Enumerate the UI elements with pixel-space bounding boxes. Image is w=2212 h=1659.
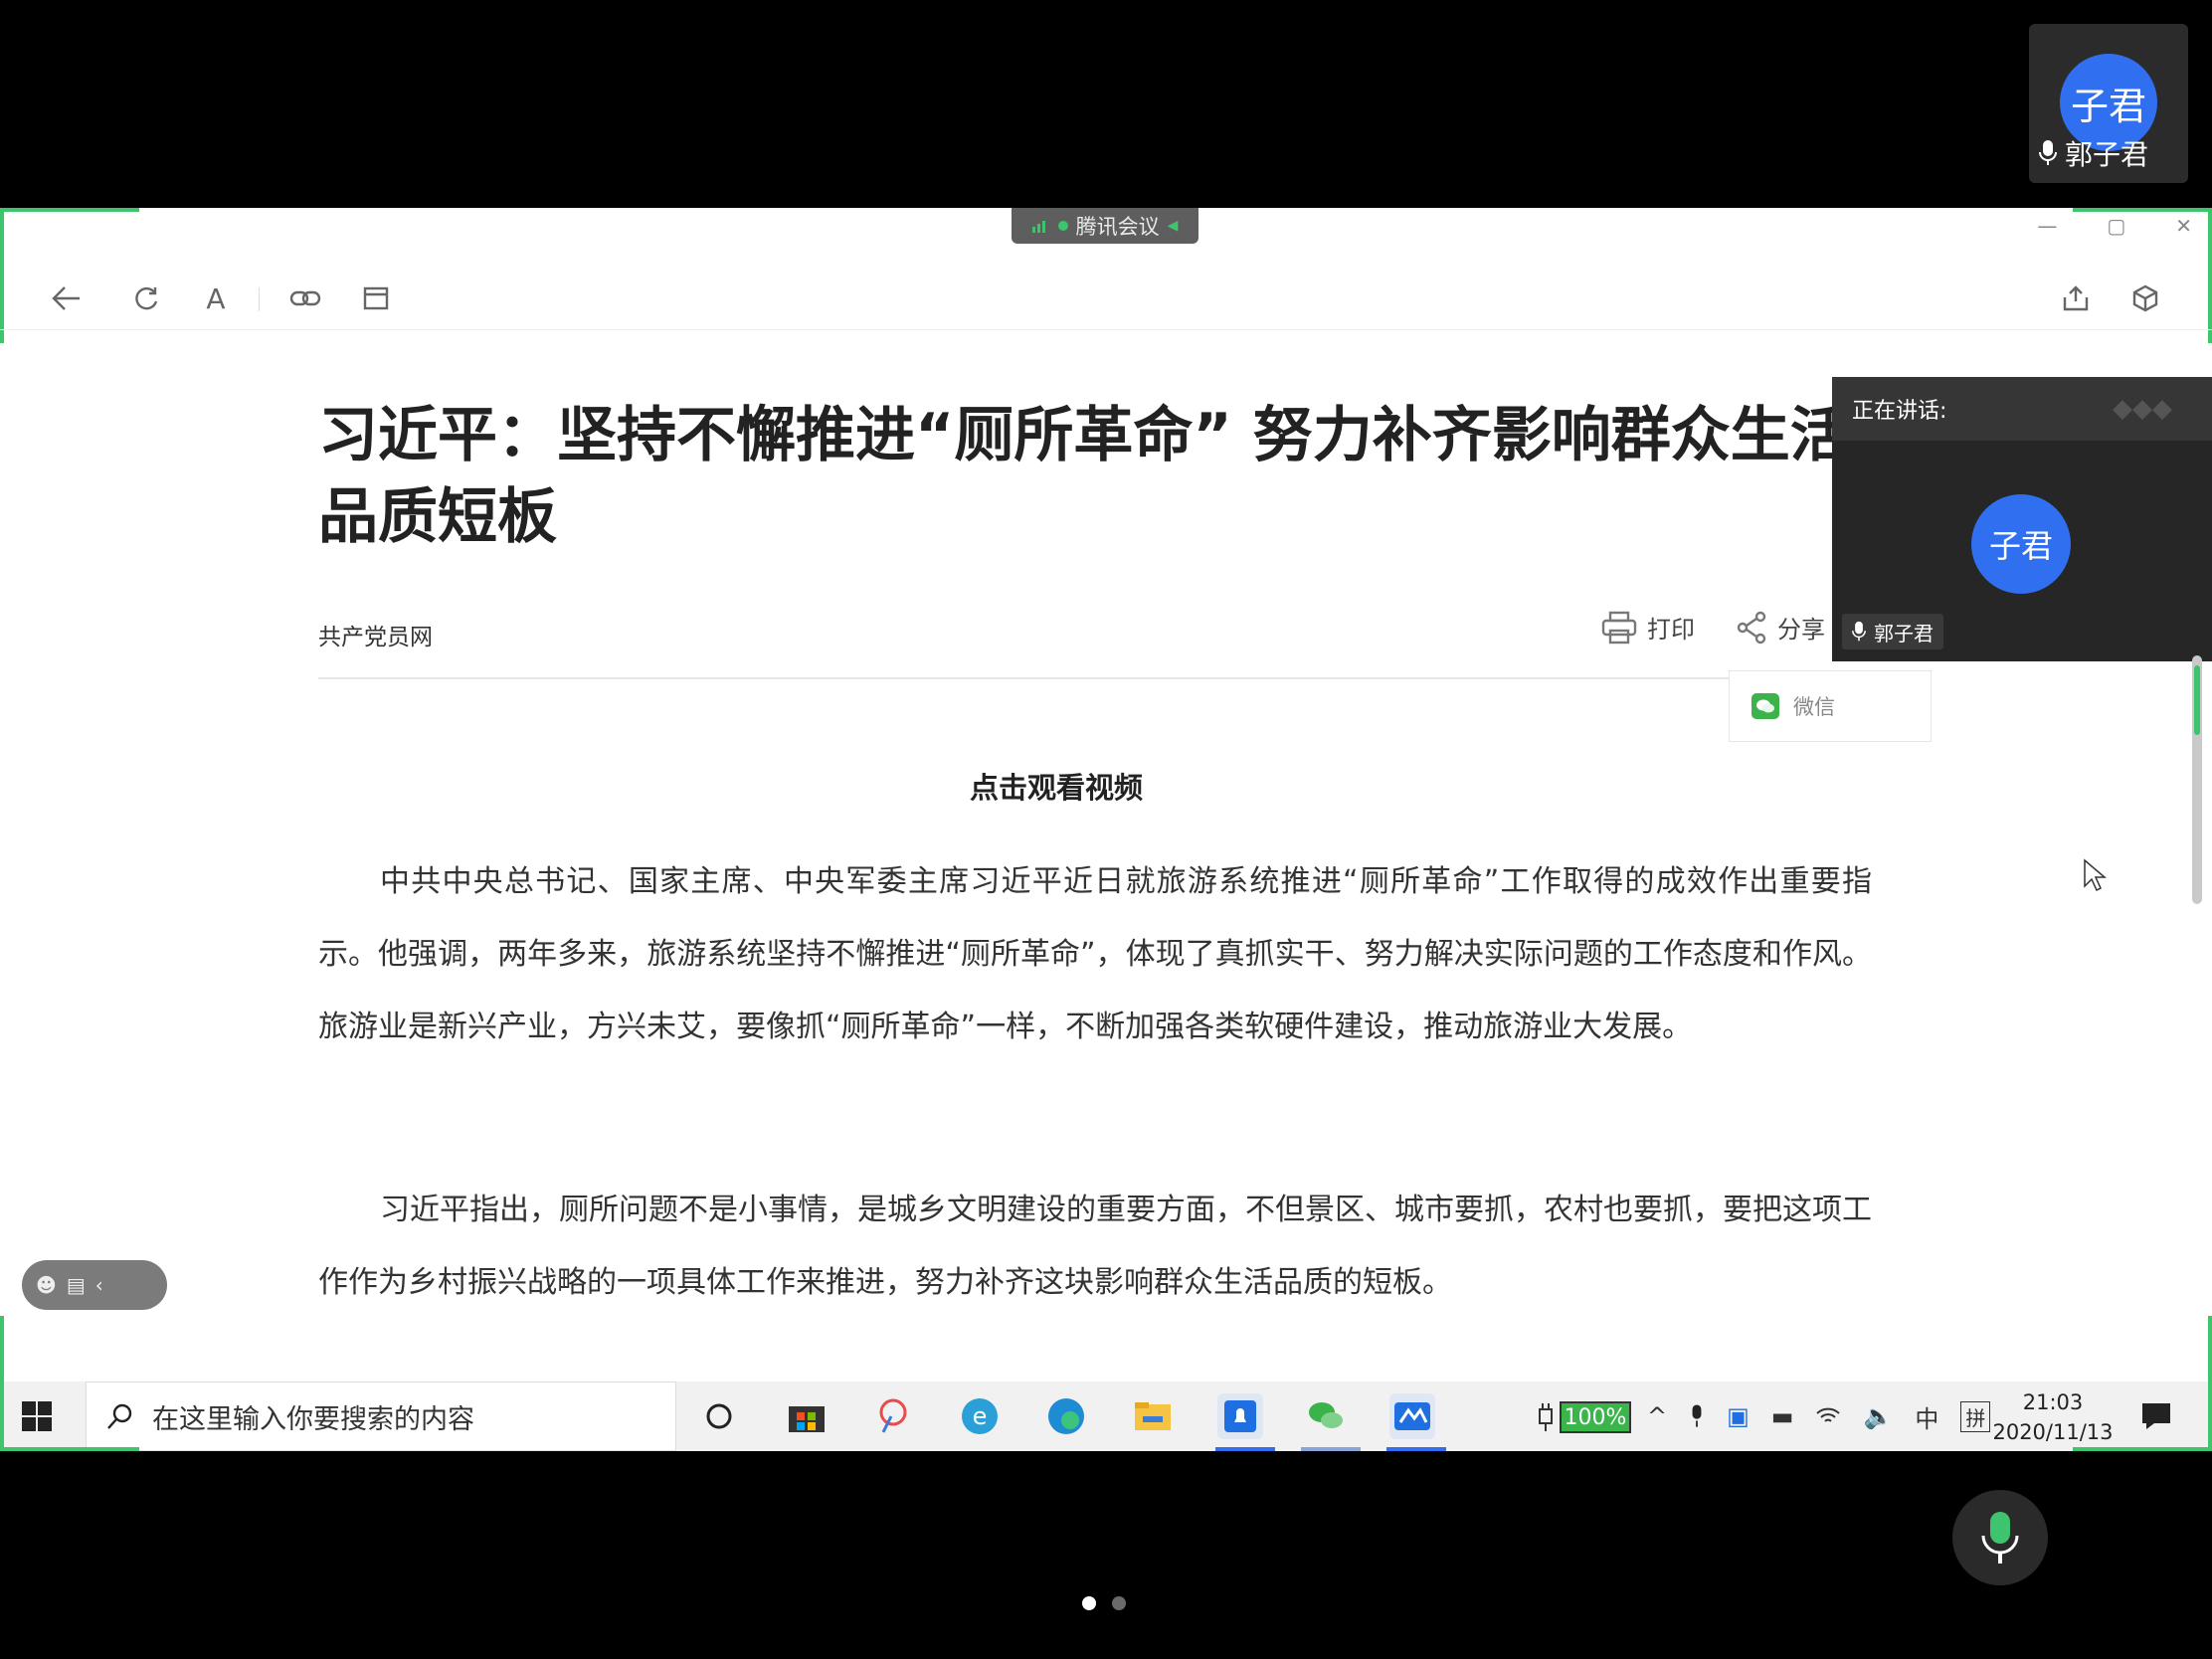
share-border-corner xyxy=(0,208,139,212)
speaker-avatar: 子君 xyxy=(1971,494,2071,594)
action-center-icon[interactable] xyxy=(2140,1401,2172,1431)
share-icon xyxy=(1737,611,1766,644)
power-plug-icon xyxy=(1539,1403,1553,1431)
battery-indicator[interactable]: 100% xyxy=(1560,1401,1631,1433)
wifi-icon[interactable] xyxy=(1815,1405,1841,1427)
page-dot[interactable] xyxy=(1112,1596,1126,1610)
floating-tools[interactable]: ☻ ▤ ‹ xyxy=(22,1260,167,1310)
refresh-icon[interactable] xyxy=(129,281,163,315)
ime-mode-indicator[interactable]: 拼 xyxy=(1960,1400,1991,1432)
clock-time: 21:03 xyxy=(2022,1390,2084,1414)
tencent-meeting-icon[interactable] xyxy=(1389,1393,1435,1439)
speaking-panel[interactable]: 正在讲话: ◆◆◆ 子君 郭子君 xyxy=(1832,377,2212,661)
scroll-position-marker xyxy=(2194,665,2200,735)
mic-icon[interactable] xyxy=(1689,1402,1705,1430)
speaker-name-tag: 郭子君 xyxy=(1842,614,1943,649)
paint-icon[interactable] xyxy=(870,1393,916,1439)
browser-window-icon[interactable] xyxy=(359,281,393,315)
header-divider xyxy=(318,677,1874,679)
article-title: 习近平：坚持不懈推进“厕所革命” 努力补齐影响群众生活品质短板 xyxy=(318,401,1850,552)
keyboard-icon[interactable]: ▬ xyxy=(1771,1402,1794,1430)
speaker-icon: ◀ xyxy=(1167,218,1179,234)
share-out-icon[interactable] xyxy=(2059,281,2093,315)
signal-icon xyxy=(1031,221,1045,233)
cube-icon[interactable] xyxy=(2128,281,2162,315)
browser-toolbar: A xyxy=(0,268,2212,330)
ime-language-indicator[interactable]: 中 xyxy=(1915,1399,1938,1434)
share-border-corner xyxy=(2208,1316,2212,1451)
share-label: 分享 xyxy=(1777,616,1825,644)
system-tray: ^ ▣ ▬ 🔈 中 拼 xyxy=(1647,1382,1991,1451)
share-border-corner xyxy=(2073,208,2212,212)
share-popup-wechat[interactable]: 微信 xyxy=(1729,670,1932,742)
cortana-icon[interactable] xyxy=(696,1393,742,1439)
self-name: 郭子君 xyxy=(2065,138,2149,171)
video-link[interactable]: 点击观看视频 xyxy=(0,765,2212,807)
recording-dot-icon xyxy=(1057,221,1068,231)
back-arrow-icon[interactable] xyxy=(50,281,84,315)
window-controls: — ▢ ✕ xyxy=(2037,214,2192,238)
minimize-button[interactable]: — xyxy=(2037,214,2057,238)
article-source[interactable]: 共产党员网 xyxy=(318,618,433,651)
edge-icon[interactable] xyxy=(1043,1393,1089,1439)
svg-text:e: e xyxy=(973,1402,988,1430)
article-paragraph: 习近平指出，厕所问题不是小事情，是城乡文明建设的重要方面，不但景区、城市要抓，农… xyxy=(318,1193,1872,1300)
mic-toggle-button[interactable] xyxy=(1952,1490,2048,1585)
mouse-cursor-icon xyxy=(2084,858,2107,892)
wechat-icon xyxy=(1751,693,1779,719)
active-app-indicator xyxy=(1386,1447,1446,1451)
self-name-tag: 郭子君 xyxy=(2029,132,2158,174)
share-border-corner xyxy=(2073,1447,2212,1451)
windows-taskbar: 在这里输入你要搜索的内容 e 100% ^ ▣ ▬ 🔈 中 拼 21:03 20… xyxy=(0,1382,2212,1451)
volume-icon[interactable]: 🔈 xyxy=(1863,1402,1893,1430)
meeting-app-label: 腾讯会议 xyxy=(1075,215,1160,239)
article-paragraph: 中共中央总书记、国家主席、中央军委主席习近平近日就旅游系统推进“厕所革命”工作取… xyxy=(318,864,1872,1044)
close-button[interactable]: ✕ xyxy=(2175,214,2192,238)
printer-icon xyxy=(1601,611,1637,644)
tray-expand-chevron-icon[interactable]: ^ xyxy=(1647,1402,1667,1430)
wechat-label: 微信 xyxy=(1793,695,1835,719)
taskbar-search-box[interactable]: 在这里输入你要搜索的内容 xyxy=(86,1382,676,1451)
print-label: 打印 xyxy=(1647,616,1695,644)
speaker-wave-icon: ◆◆◆ xyxy=(2113,394,2172,424)
speaker-name: 郭子君 xyxy=(1874,621,1934,645)
windows-start-icon[interactable] xyxy=(22,1401,52,1431)
ie-icon[interactable]: e xyxy=(957,1393,1003,1439)
font-icon[interactable]: A xyxy=(199,281,233,315)
file-explorer-icon[interactable] xyxy=(1130,1393,1176,1439)
print-button[interactable]: 打印 xyxy=(1601,610,1695,645)
share-button[interactable]: 分享 xyxy=(1736,610,1825,645)
store-icon[interactable] xyxy=(784,1393,830,1439)
toolbar-divider xyxy=(259,287,260,311)
notification-app-icon[interactable] xyxy=(1217,1393,1263,1439)
shared-screen: 腾讯会议 ◀ — ▢ ✕ A 习近平：坚持不懈推进“厕所革命” 努力补齐影响群众… xyxy=(0,208,2212,1451)
page-indicator xyxy=(1082,1596,1126,1610)
search-icon xyxy=(107,1403,132,1429)
collapse-chevron-icon[interactable]: ‹ xyxy=(95,1273,103,1297)
wechat-icon[interactable] xyxy=(1303,1393,1349,1439)
mic-icon xyxy=(1852,621,1866,642)
active-app-indicator xyxy=(1215,1447,1275,1451)
restore-button[interactable]: ▢ xyxy=(2107,214,2125,238)
share-border-corner xyxy=(0,1447,139,1451)
speaking-header: 正在讲话: xyxy=(1852,399,1947,424)
taskbar-clock[interactable]: 21:03 2020/11/13 xyxy=(1989,1387,2117,1447)
chat-icon[interactable]: ▤ xyxy=(67,1273,86,1297)
page-dot-active[interactable] xyxy=(1082,1596,1096,1610)
meeting-status-pill[interactable]: 腾讯会议 ◀ xyxy=(1012,208,1198,244)
share-border-corner xyxy=(0,1316,4,1451)
mic-icon xyxy=(2039,140,2057,165)
network-app-icon[interactable]: ▣ xyxy=(1727,1402,1750,1430)
running-app-indicator xyxy=(1301,1447,1361,1451)
link-icon[interactable] xyxy=(288,281,322,315)
emoji-icon[interactable]: ☻ xyxy=(36,1273,57,1297)
search-placeholder: 在这里输入你要搜索的内容 xyxy=(152,1403,474,1435)
clock-date: 2020/11/13 xyxy=(1992,1420,2114,1444)
mic-icon xyxy=(1981,1512,2019,1564)
